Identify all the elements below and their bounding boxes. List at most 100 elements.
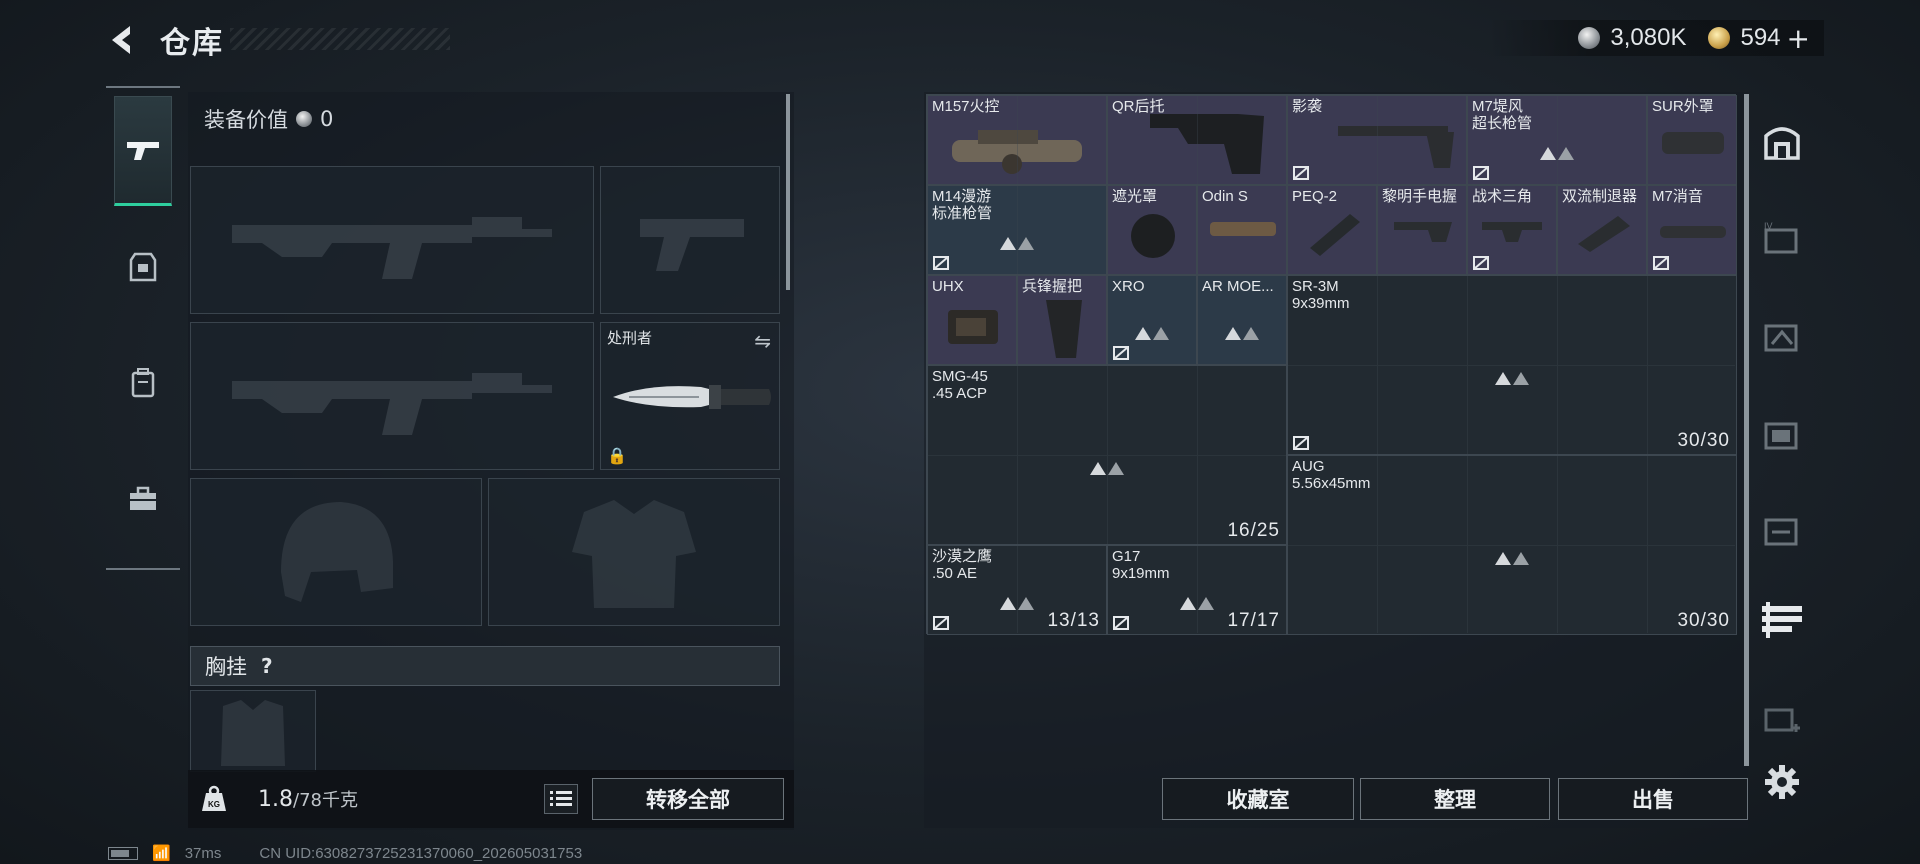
ammo-count: 13/13 <box>1047 610 1100 631</box>
storage-tab-3[interactable] <box>1760 314 1804 358</box>
body-armor-slot[interactable] <box>488 478 780 626</box>
item-name: QR后托 <box>1112 98 1165 115</box>
add-currency-button[interactable]: + <box>1787 22 1810 55</box>
toolbox-icon <box>130 486 156 510</box>
storage-item[interactable]: M157火控 <box>927 95 1107 185</box>
item-name: M7堤风 超长枪管 <box>1472 98 1533 132</box>
item-name: 遮光罩 <box>1112 188 1158 205</box>
back-arrow-icon[interactable] <box>104 22 140 58</box>
chest-rig-header: 胸挂 ? <box>190 646 780 686</box>
rarity-mark-icon <box>1540 147 1574 160</box>
pistol-slot[interactable] <box>600 166 780 314</box>
storage-tab-4[interactable] <box>1760 412 1804 456</box>
helmet-silhouette-icon <box>281 502 393 602</box>
tag-icon <box>1293 436 1309 450</box>
collection-room-button[interactable]: 收藏室 <box>1162 778 1354 820</box>
primary-weapon-slot-1[interactable] <box>190 166 594 314</box>
swap-icon[interactable]: ⇋ <box>754 329 771 353</box>
item-name: 双流制退器 <box>1562 188 1638 205</box>
melee-name: 处刑者 <box>607 329 653 347</box>
storage-item[interactable]: M7堤风 超长枪管 <box>1467 95 1647 185</box>
rarity-mark-icon <box>1495 372 1529 385</box>
melee-slot[interactable]: 处刑者 ⇋ 🔒 <box>600 322 780 470</box>
storage-item[interactable]: UHX <box>927 275 1017 365</box>
transfer-all-button[interactable]: 转移全部 <box>592 778 784 820</box>
item-name: 兵锋握把 <box>1022 278 1083 295</box>
status-bar: 📶 37ms CN UID:6308273725231370060_202605… <box>108 844 582 862</box>
weight-readout: 1.8/78千克 <box>258 786 358 812</box>
pistol-icon <box>127 142 159 160</box>
tag-icon <box>1473 256 1489 270</box>
rarity-mark-icon <box>1000 237 1034 250</box>
item-name: AR MOE... <box>1202 278 1274 295</box>
battery-icon <box>108 846 138 860</box>
storage-item[interactable]: QR后托 <box>1107 95 1287 185</box>
storage-item[interactable]: 黎明手电握 <box>1377 185 1467 275</box>
item-image <box>1046 300 1082 358</box>
list-view-button[interactable] <box>544 784 578 814</box>
category-rail <box>106 86 180 570</box>
storage-item[interactable]: M7消音 <box>1647 185 1737 275</box>
storage-box-icon: IV <box>1764 221 1798 254</box>
chest-rig-help-button[interactable]: ? <box>261 654 273 678</box>
storage-tab-main[interactable] <box>1760 120 1804 164</box>
gold-amount: 594 <box>1740 24 1781 51</box>
settings-button[interactable] <box>1760 760 1804 804</box>
equipment-scrollbar[interactable] <box>786 94 790 290</box>
tag-icon <box>1113 616 1129 630</box>
storage-grid: M157火控 QR后托 影袭 M7堤风 超长枪管 SUR外罩 M14漫游 标准枪管 遮光罩 O… <box>926 94 1737 635</box>
item-name: G17 9x19mm <box>1112 548 1170 582</box>
wifi-icon: 📶 <box>152 845 171 862</box>
add-storage-tab[interactable] <box>1760 696 1804 740</box>
storage-item[interactable]: AR MOE... <box>1197 275 1287 365</box>
storage-tab-5[interactable] <box>1760 508 1804 552</box>
storage-item[interactable]: SMG-45 .45 ACP 16/25 <box>927 365 1287 545</box>
sell-button[interactable]: 出售 <box>1558 778 1748 820</box>
storage-tab-2[interactable]: IV <box>1760 216 1804 260</box>
item-name: 沙漠之鹰 .50 AE <box>932 548 993 582</box>
storage-item[interactable]: AUG 5.56x45mm 30/30 <box>1287 455 1737 635</box>
storage-item[interactable]: XRO <box>1107 275 1197 365</box>
rarity-mark-icon <box>1495 552 1529 565</box>
storage-item[interactable]: 兵锋握把 <box>1017 275 1107 365</box>
sort-button[interactable]: 整理 <box>1360 778 1550 820</box>
page-title: 仓库 <box>160 26 224 61</box>
storage-item[interactable]: 战术三角 <box>1467 185 1557 275</box>
tag-icon <box>933 616 949 630</box>
storage-item[interactable]: PEQ-2 <box>1287 185 1377 275</box>
storage-item[interactable]: M14漫游 标准枪管 <box>927 185 1107 275</box>
item-name: SUR外罩 <box>1652 98 1714 115</box>
storage-item[interactable]: SUR外罩 <box>1647 95 1737 185</box>
rail-tab-backpack[interactable] <box>114 328 172 438</box>
storage-scrollbar[interactable] <box>1744 94 1749 766</box>
primary-weapon-slot-2[interactable] <box>190 322 594 470</box>
title-decoration <box>230 28 450 50</box>
rail-tab-case[interactable] <box>114 444 172 554</box>
storage-box-icon <box>1764 422 1798 450</box>
item-name: M7消音 <box>1652 188 1703 205</box>
rail-tab-armor[interactable] <box>114 212 172 322</box>
currency-bar: 3,080K 594 + <box>1488 20 1824 56</box>
armor-icon <box>129 252 157 282</box>
storage-item[interactable]: Odin S <box>1197 185 1287 275</box>
rarity-mark-icon <box>1180 597 1214 610</box>
storage-box-icon <box>1764 518 1798 546</box>
storage-tab-6[interactable] <box>1760 598 1804 642</box>
storage-item[interactable]: 遮光罩 <box>1107 185 1197 275</box>
helmet-slot[interactable] <box>190 478 482 626</box>
item-name: M14漫游 标准枪管 <box>932 188 993 222</box>
rarity-mark-icon <box>1090 462 1124 475</box>
storage-item[interactable]: 沙漠之鹰 .50 AE 13/13 <box>927 545 1107 635</box>
ammo-count: 17/17 <box>1227 610 1280 631</box>
storage-item[interactable]: 影袭 <box>1287 95 1467 185</box>
item-name: Odin S <box>1202 188 1248 205</box>
rail-tab-weapons[interactable] <box>114 96 172 206</box>
storage-item[interactable]: 双流制退器 <box>1557 185 1647 275</box>
storage-item[interactable]: G17 9x19mm 17/17 <box>1107 545 1287 635</box>
vault-icon <box>1764 127 1800 160</box>
storage-item[interactable]: SR-3M 9x39mm 30/30 <box>1287 275 1737 455</box>
silver-amount: 3,080K <box>1610 24 1687 51</box>
chest-rig-slot[interactable] <box>190 690 316 772</box>
item-name: 黎明手电握 <box>1382 188 1458 205</box>
svg-text:IV: IV <box>1764 221 1773 231</box>
